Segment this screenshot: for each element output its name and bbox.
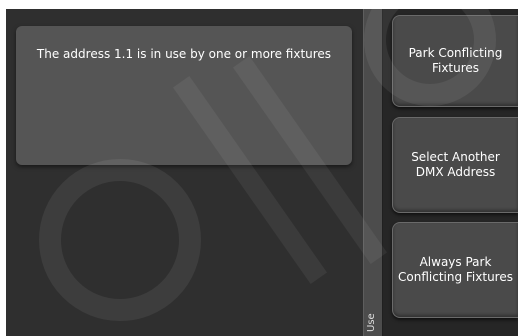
softkey-column: Park Conflicting Fixtures Select Another… bbox=[383, 9, 518, 336]
park-conflicting-fixtures-label: Park Conflicting Fixtures bbox=[408, 46, 503, 75]
select-another-dmx-address-button[interactable]: Select Another DMX Address bbox=[392, 117, 518, 213]
side-strip: Use bbox=[363, 9, 383, 336]
message-box: The address 1.1 is in use by one or more… bbox=[16, 26, 352, 165]
screen: The address 1.1 is in use by one or more… bbox=[0, 0, 518, 336]
always-park-conflicting-fixtures-button[interactable]: Always Park Conflicting Fixtures bbox=[392, 222, 518, 318]
always-park-conflicting-fixtures-label: Always Park Conflicting Fixtures bbox=[398, 255, 513, 284]
conflict-dialog: The address 1.1 is in use by one or more… bbox=[6, 9, 363, 336]
conflict-message: The address 1.1 is in use by one or more… bbox=[36, 47, 332, 61]
side-strip-label: Use bbox=[366, 313, 377, 332]
park-conflicting-fixtures-button[interactable]: Park Conflicting Fixtures bbox=[392, 15, 518, 107]
select-another-dmx-address-label: Select Another DMX Address bbox=[411, 150, 500, 179]
